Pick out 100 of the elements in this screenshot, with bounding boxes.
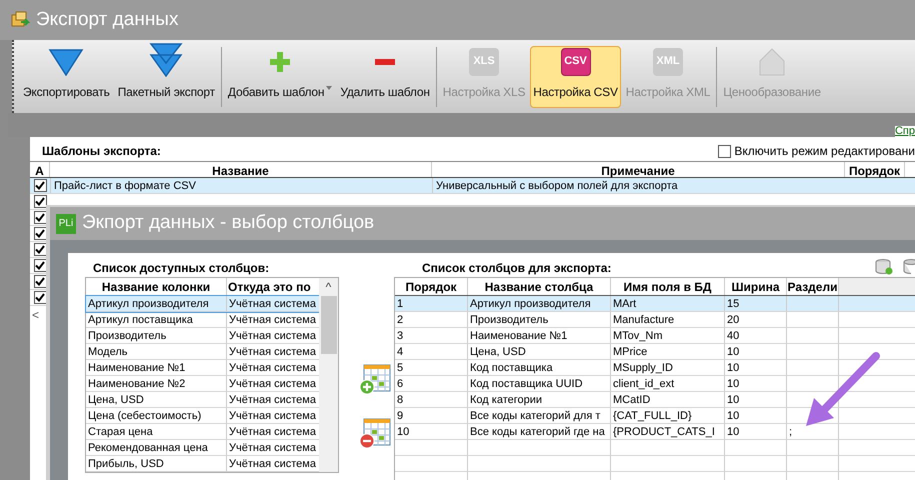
plus-icon <box>270 52 290 72</box>
section-title: Шаблоны экспорта: <box>42 143 161 160</box>
table-row[interactable]: Прайс-лист в формате CSV Универсальный с выбором полей для экспорта <box>30 178 915 194</box>
table-cell: Код поставщика UUID <box>470 378 583 390</box>
minus-icon <box>375 58 396 64</box>
checkbox[interactable] <box>718 144 732 158</box>
table-cell: Цена, USD <box>470 346 526 358</box>
toolbar-button[interactable]: Пакетный экспорт <box>114 46 218 108</box>
table-row[interactable]: Производитель Учётная система <box>86 328 319 344</box>
section-title: Список доступных столбцов: <box>92 260 270 277</box>
table-cell: Все коды категорий для т <box>470 410 600 422</box>
table-cell: Универсальный с выбором полей для экспорта <box>432 178 845 193</box>
table-cell-text: Учётная система <box>228 377 317 391</box>
table-cell: 2 <box>397 314 404 326</box>
table-row[interactable]: Прибыль, USD Учётная система <box>86 456 319 472</box>
table-row[interactable]: 2 Производитель Manufacture 20 <box>395 312 915 328</box>
table-cell: MArt <box>613 298 636 310</box>
toolbar-button[interactable]: Удалить шаблон <box>337 46 433 108</box>
house-icon <box>759 48 786 76</box>
table-cell: Прибыль, USD <box>86 456 227 471</box>
checkbox[interactable] <box>34 211 46 224</box>
table-cell: Наименование №1 <box>470 330 568 342</box>
table-cell-text: Учётная система <box>228 393 317 407</box>
table-row[interactable]: 5 Код поставщика MSupply_ID 10 <box>395 360 915 376</box>
checkbox[interactable] <box>34 275 46 288</box>
column-header[interactable]: Название столбца <box>468 278 611 295</box>
table-cell: Артикул производителя <box>86 296 227 311</box>
column-header[interactable]: А <box>30 162 50 177</box>
table-cell: Код категории <box>470 394 542 406</box>
edit-mode-checkbox[interactable]: Включить режим редактировани <box>718 142 915 160</box>
table-cell: 6 <box>397 378 404 390</box>
table-row[interactable]: 1 Артикул производителя MArt 15 <box>395 296 915 312</box>
table-cell: Цена (себестоимость) <box>86 408 227 423</box>
database-add-icon[interactable] <box>875 259 893 275</box>
dialog-title: Экпорт данных - выбор столбцов <box>82 211 374 236</box>
table-cell: Прайс-лист в формате CSV <box>50 178 432 193</box>
add-column-icon[interactable] <box>359 363 391 395</box>
checkbox[interactable] <box>34 259 46 272</box>
table-cell: Наименование №1 <box>86 360 227 375</box>
checkbox[interactable] <box>34 243 46 256</box>
table-cell: Все коды категорий где на <box>470 426 605 438</box>
column-header[interactable]: Название <box>50 162 432 177</box>
scrollbar[interactable]: ^ <box>319 278 338 472</box>
remove-column-icon[interactable] <box>359 417 391 449</box>
table-cell: 10 <box>727 410 740 422</box>
table-cell: ; <box>789 426 792 438</box>
table-row[interactable]: Наименование №1 Учётная система <box>86 360 319 376</box>
table-row[interactable]: 4 Цена, USD MPrice 10 <box>395 344 915 360</box>
table-cell: MTov_Nm <box>613 330 663 342</box>
window-title: Экспорт данных <box>36 8 178 32</box>
scroll-left-button[interactable]: < <box>30 306 44 324</box>
table-cell: MCatID <box>613 394 650 406</box>
table-row[interactable]: 10 Все коды категорий где на {PRODUCT_CATS_I 10 ; <box>395 424 915 440</box>
table-cell: Цена, USD <box>86 392 227 407</box>
table-cell-text: Учётная система <box>228 409 317 423</box>
table-row[interactable]: Старая цена Учётная система <box>86 424 319 440</box>
caret-icon <box>326 86 332 90</box>
table-row[interactable]: Цена, USD Учётная система <box>86 392 319 408</box>
scroll-thumb[interactable] <box>320 296 336 354</box>
table-cell: Производитель <box>470 314 548 326</box>
table-cell: client_id_ext <box>613 378 674 390</box>
table-cell: Модель <box>86 344 227 359</box>
table-cell: Рекомендованная цена <box>86 440 227 455</box>
table-cell: Производитель <box>86 328 227 343</box>
table-cell: Код поставщика <box>470 362 553 374</box>
checkbox[interactable] <box>34 195 46 208</box>
table-cell: Наименование №2 <box>86 376 227 391</box>
toolbar-button[interactable]: Экспортировать <box>20 46 113 108</box>
column-header[interactable]: Порядок <box>395 278 468 295</box>
table-cell: 10 <box>727 394 740 406</box>
table-row[interactable]: Артикул производителя Учётная система <box>86 296 319 312</box>
column-header[interactable]: Имя поля в БД <box>611 278 725 295</box>
toolbar-button[interactable]: Добавить шаблон <box>224 46 336 108</box>
table-row[interactable]: 6 Код поставщика UUID client_id_ext 10 <box>395 376 915 392</box>
checkbox[interactable] <box>34 179 46 192</box>
app-logo: PLi <box>56 214 76 234</box>
database-icon[interactable] <box>903 259 915 275</box>
help-link[interactable]: Спр <box>894 126 915 137</box>
table-cell: {CAT_FULL_ID} <box>613 410 692 422</box>
column-header[interactable]: Порядок <box>845 162 905 177</box>
table-cell-text: Учётная система <box>228 425 317 439</box>
table-cell: 4 <box>397 346 404 358</box>
table-row[interactable]: Рекомендованная цена Учётная система <box>86 440 319 456</box>
column-header[interactable]: Ширина <box>725 278 787 295</box>
toolbar-button[interactable]: CSV Настройка CSV <box>530 46 621 108</box>
table-cell-text: Учётная система <box>228 297 317 311</box>
down-triangle-icon <box>48 48 84 76</box>
table-cell-text: Учётная система <box>228 361 317 375</box>
table-row[interactable]: Наименование №2 Учётная система <box>86 376 319 392</box>
table-row[interactable]: Цена (себестоимость) Учётная система <box>86 408 319 424</box>
file-type-icon: CSV <box>560 48 590 76</box>
column-header[interactable]: Примечание <box>432 162 845 177</box>
scroll-up-button[interactable]: ^ <box>326 278 332 296</box>
table-row[interactable]: 3 Наименование №1 MTov_Nm 40 <box>395 328 915 344</box>
double-down-triangle-icon <box>149 42 184 76</box>
table-row[interactable]: Артикул поставщика Учётная система <box>86 312 319 328</box>
checkbox[interactable] <box>34 291 46 304</box>
column-header[interactable]: Откуда это по <box>227 278 319 295</box>
checkbox[interactable] <box>34 227 46 240</box>
table-row[interactable]: Модель Учётная система <box>86 344 319 360</box>
